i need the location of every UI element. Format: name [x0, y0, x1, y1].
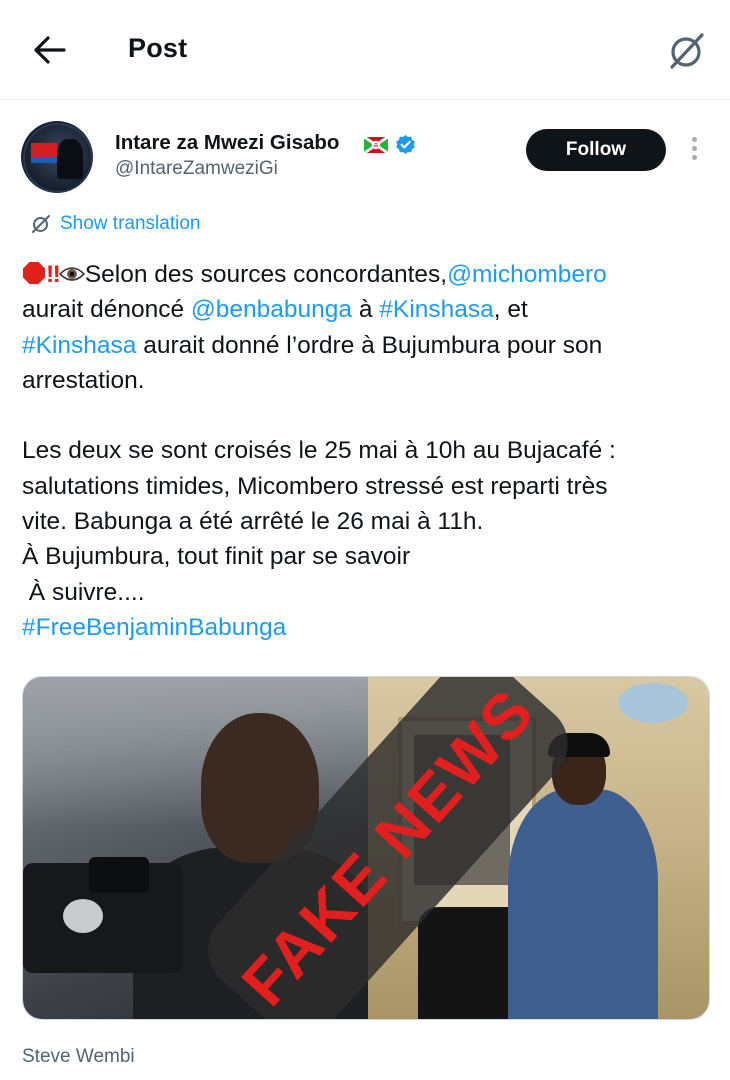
tweet-line: ‼ Selon des sources concordantes,@michomb… [22, 257, 722, 292]
mention-link[interactable]: @michombero [447, 261, 607, 288]
hashtag-link[interactable]: #FreeBenjaminBabunga [22, 614, 286, 641]
tweet-line: salutations timides, Micombero stressé e… [22, 472, 608, 500]
author-handle[interactable]: @IntareZamweziGi [115, 158, 278, 180]
tweet-line: Les deux se sont croisés le 25 mai à 10h… [22, 437, 616, 465]
tweet-image[interactable]: FAKE NEWS [22, 676, 710, 1020]
translate-icon [32, 215, 50, 233]
hashtag-link[interactable]: #Kinshasa [379, 296, 493, 323]
grok-icon [670, 33, 704, 69]
tweet-line: À suivre.... [22, 578, 145, 606]
tweet-line: #FreeBenjaminBabunga [22, 610, 722, 645]
tweet-text: ‼ Selon des sources concordantes,@michomb… [22, 257, 722, 645]
tweet-line: À Bujumbura, tout finit par se savoir [22, 543, 411, 571]
follow-button[interactable]: Follow [526, 129, 666, 171]
verified-badge-icon [396, 134, 415, 155]
author-name[interactable]: Intare za Mwezi Gisabo [115, 131, 339, 155]
more-options-button[interactable] [682, 133, 706, 169]
mention-link[interactable]: @benbabunga [191, 296, 352, 323]
eye-icon [58, 267, 85, 281]
tweet-line: aurait dénoncé @benbabunga à #Kinshasa, … [22, 296, 528, 324]
next-author-name[interactable]: Steve Wembi [22, 1046, 135, 1068]
show-translation-label: Show translation [60, 213, 201, 234]
more-vertical-icon [691, 137, 697, 142]
tweet-line: #Kinshasa aurait donné l’ordre à Bujumbu… [22, 331, 603, 359]
hashtag-link[interactable]: #Kinshasa [22, 332, 136, 359]
top-bar: Post [0, 0, 730, 100]
stop-sign-icon [23, 262, 45, 284]
tweet-line: arrestation. [22, 366, 145, 394]
tweet-line: vite. Babunga a été arrêté le 26 mai à 1… [22, 508, 484, 536]
arrow-left-icon [34, 36, 66, 64]
avatar[interactable] [21, 121, 93, 193]
burundi-flag-icon [364, 137, 388, 153]
show-translation-link[interactable]: Show translation [30, 211, 200, 237]
double-exclamation-icon: ‼ [46, 261, 61, 288]
grok-button[interactable] [664, 28, 710, 74]
tweet-blank-line [22, 398, 722, 433]
back-button[interactable] [30, 30, 70, 70]
page-title: Post [128, 33, 188, 63]
